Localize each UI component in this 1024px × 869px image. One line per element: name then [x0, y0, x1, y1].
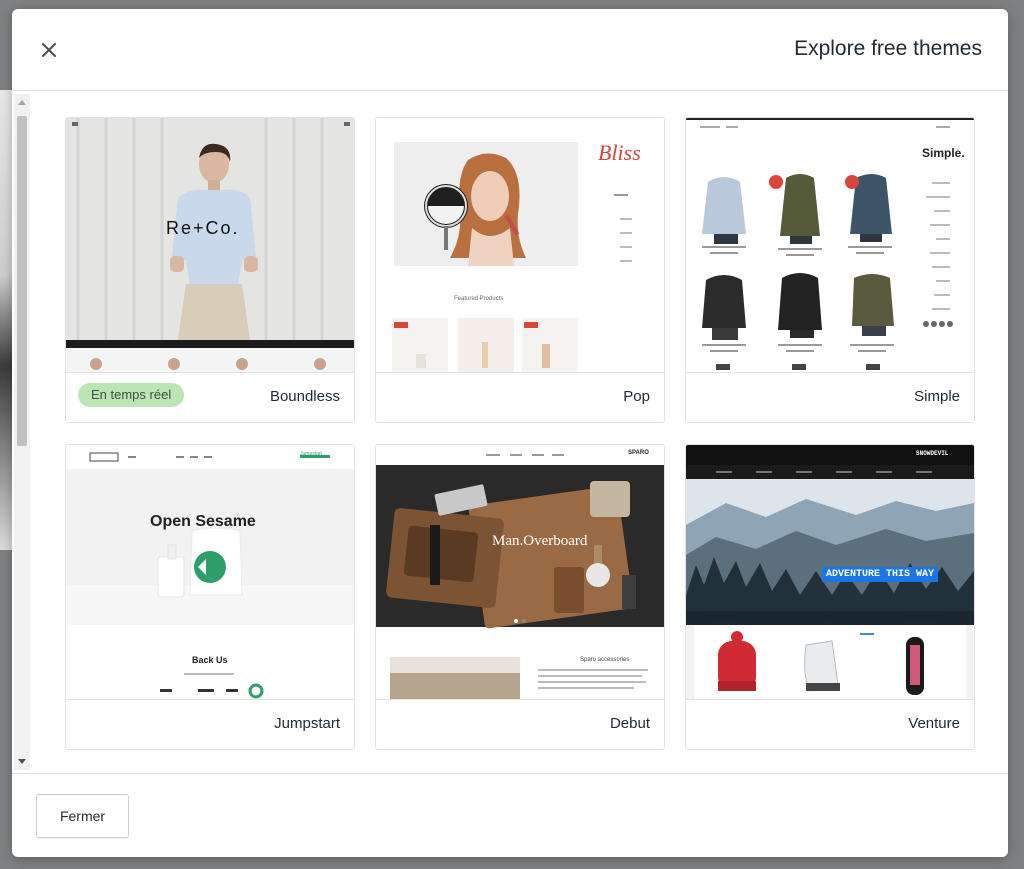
theme-card-debut[interactable]: SPARO Man.Overboard Sparo accessories De…: [375, 444, 665, 750]
pop-section-text: Featured Products: [454, 296, 504, 302]
theme-card-footer: Venture: [686, 699, 974, 749]
theme-card-footer: Simple: [686, 372, 974, 422]
theme-card-boundless[interactable]: Re+Co. En temps réel Boundless: [65, 117, 355, 423]
theme-thumbnail-pop: Bliss Featured Products: [376, 118, 664, 372]
scrollbar[interactable]: [14, 94, 30, 770]
theme-thumbnail-venture: SNOWDEVIL ADVENTURE THIS WAY ACCESSORIES…: [686, 445, 974, 699]
background-page-edge: [0, 90, 12, 550]
theme-card-venture[interactable]: SNOWDEVIL ADVENTURE THIS WAY ACCESSORIES…: [685, 444, 975, 750]
venture-category-snowboards: SNOWBOARDS: [904, 615, 942, 621]
theme-card-footer: Jumpstart: [66, 699, 354, 749]
theme-thumbnail-jumpstart: Open Sesame Back Us Jumpstart: [66, 445, 354, 699]
venture-category-ski: SKI: [822, 615, 831, 621]
venture-category-accessories: ACCESSORIES: [700, 615, 737, 621]
modal-title: Explore free themes: [794, 37, 982, 60]
debut-headline-text: Man.Overboard: [492, 533, 588, 549]
venture-headline-text: ADVENTURE THIS WAY: [822, 567, 939, 582]
venture-brand-text: SNOWDEVIL: [916, 450, 949, 457]
modal-footer: Fermer: [12, 773, 1008, 857]
theme-name-pop: Pop: [623, 388, 650, 405]
jumpstart-brand-text: Jumpstart: [300, 451, 322, 457]
live-status-badge: En temps réel: [78, 383, 185, 407]
theme-card-footer: En temps réel Boundless: [66, 372, 354, 422]
debut-section-text: Sparo accessories: [580, 657, 630, 663]
scroll-down-icon[interactable]: [18, 759, 26, 764]
theme-card-pop[interactable]: Bliss Featured Products Pop: [375, 117, 665, 423]
pop-brand-text: Bliss: [598, 140, 641, 165]
theme-card-footer: Pop: [376, 372, 664, 422]
jumpstart-headline-text: Open Sesame: [150, 513, 256, 530]
theme-name-debut: Debut: [609, 715, 650, 732]
theme-thumbnail-boundless: Re+Co.: [66, 118, 354, 372]
theme-card-simple[interactable]: Simple. Simple: [685, 117, 975, 423]
scroll-thumb[interactable]: [17, 116, 27, 446]
simple-brand-text: Simple.: [922, 146, 965, 160]
theme-card-jumpstart[interactable]: Open Sesame Back Us Jumpstart Jumpstart: [65, 444, 355, 750]
theme-name-jumpstart: Jumpstart: [274, 715, 340, 732]
theme-name-boundless: Boundless: [269, 388, 340, 405]
themes-grid: Re+Co. En temps réel Boundless Bliss Fea…: [12, 92, 1008, 772]
debut-brand-text: SPARO: [628, 450, 649, 456]
explore-themes-modal: Explore free themes Re+Co. En temps réel…: [12, 9, 1008, 857]
scroll-up-icon[interactable]: [18, 100, 26, 105]
boundless-brand-text: Re+Co.: [166, 218, 240, 238]
theme-name-venture: Venture: [908, 715, 960, 732]
close-x-icon[interactable]: [36, 37, 62, 63]
theme-card-footer: Debut: [376, 699, 664, 749]
close-button[interactable]: Fermer: [36, 794, 129, 838]
theme-thumbnail-simple: Simple.: [686, 118, 974, 372]
modal-header: Explore free themes: [12, 9, 1008, 91]
jumpstart-section-text: Back Us: [192, 655, 228, 665]
theme-name-simple: Simple: [914, 388, 960, 405]
theme-thumbnail-debut: SPARO Man.Overboard Sparo accessories: [376, 445, 664, 699]
